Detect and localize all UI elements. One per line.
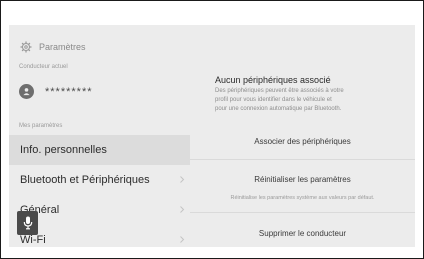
- driver-name: *********: [45, 85, 93, 98]
- left-panel: Paramètres Conducteur actuel ********* M…: [9, 25, 190, 247]
- screenshot-frame: Paramètres Conducteur actuel ********* M…: [0, 0, 424, 259]
- my-settings-label: Mes paramètres: [19, 123, 63, 129]
- no-devices-description: Des périphériques peuvent être associés …: [215, 87, 405, 114]
- no-devices-heading: Aucun périphériques associé: [215, 75, 331, 85]
- menu-item-personal-info[interactable]: Info. personnelles: [9, 135, 190, 165]
- right-panel: Aucun périphériques associé Des périphér…: [190, 25, 415, 247]
- gear-icon: [20, 41, 32, 53]
- menu-item-label: Wi-Fi: [20, 234, 46, 246]
- person-icon: [23, 88, 30, 96]
- pair-devices-button[interactable]: Associer des périphériques: [190, 137, 415, 146]
- menu-item-label: Info. personnelles: [20, 144, 107, 156]
- description-line: profil pour vous identifier dans le véhi…: [215, 97, 332, 103]
- delete-driver-button[interactable]: Supprimer le conducteur: [190, 229, 415, 238]
- divider: [190, 212, 415, 213]
- reset-settings-button[interactable]: Réinitialiser les paramètres: [190, 175, 415, 184]
- chevron-right-icon: [180, 176, 185, 183]
- divider: [190, 159, 415, 160]
- chevron-right-icon: [180, 206, 185, 213]
- menu-item-label: Bluetooth et Périphériques: [20, 174, 150, 186]
- current-driver[interactable]: *********: [19, 84, 93, 99]
- menu-item-bluetooth[interactable]: Bluetooth et Périphériques: [9, 165, 190, 195]
- microphone-icon: [23, 216, 32, 230]
- header: Paramètres: [20, 41, 86, 53]
- reset-settings-description: Réinitialise les paramètres système aux …: [230, 195, 375, 201]
- page-title: Paramètres: [39, 42, 86, 52]
- avatar: [19, 84, 34, 99]
- settings-screen: Paramètres Conducteur actuel ********* M…: [9, 25, 415, 247]
- voice-button[interactable]: [17, 211, 38, 235]
- description-line: Des périphériques peuvent être associés …: [215, 88, 344, 94]
- description-line: pour une connexion automatique par Bluet…: [215, 106, 342, 112]
- chevron-right-icon: [180, 236, 185, 243]
- current-driver-label: Conducteur actuel: [19, 64, 68, 70]
